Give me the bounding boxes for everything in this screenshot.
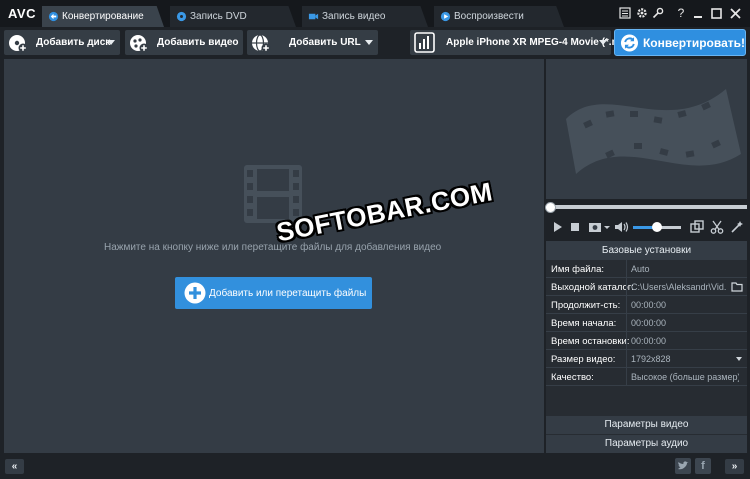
tab-convert[interactable]: Конвертирование — [42, 6, 164, 27]
convert-button[interactable]: Конвертировать! — [614, 29, 746, 56]
add-video-button[interactable]: Добавить видео — [125, 30, 243, 55]
setting-row-start-time[interactable]: Время начала: 00:00:00 — [546, 314, 747, 332]
convert-label: Конвертировать! — [642, 35, 745, 50]
setting-value[interactable]: 00:00:00 — [631, 318, 743, 328]
chevron-down-icon[interactable] — [107, 40, 115, 45]
help-icon[interactable]: ? — [673, 5, 689, 21]
key-icon[interactable] — [650, 5, 666, 21]
setting-label: Качество: — [551, 372, 594, 383]
plus-circle-icon — [184, 282, 206, 304]
status-bar — [0, 454, 750, 479]
snapshot-icon[interactable] — [588, 220, 602, 234]
copy-icon[interactable] — [690, 220, 704, 234]
setting-row-duration[interactable]: Продолжит-сть: 00:00:00 — [546, 296, 747, 314]
output-profile-select[interactable]: Apple iPhone XR MPEG-4 Movie (*.m... — [410, 30, 629, 55]
list-icon[interactable] — [617, 5, 633, 21]
add-url-button[interactable]: Добавить URL — [247, 30, 378, 55]
twitter-icon[interactable] — [675, 458, 691, 474]
setting-label: Продолжит-сть: — [551, 300, 621, 311]
setting-value[interactable]: C:\Users\Aleksandr\Vid... — [631, 282, 727, 292]
collapse-button[interactable]: « — [5, 459, 24, 474]
chevron-down-icon[interactable] — [365, 40, 373, 45]
drop-hint-text: Нажмите на кнопку ниже или перетащите фа… — [104, 242, 442, 253]
film-add-icon — [130, 34, 149, 52]
chevron-down-icon[interactable] — [602, 220, 612, 234]
camera-tab-icon — [308, 13, 319, 20]
tab-label: Конвертирование — [62, 11, 144, 22]
refresh-icon — [620, 33, 639, 52]
convert-tab-icon — [48, 11, 59, 22]
tab-play[interactable]: Воспроизвести — [434, 6, 564, 27]
seek-handle[interactable] — [545, 202, 556, 213]
disc-add-icon — [9, 34, 28, 52]
setting-row-stop-time[interactable]: Время остановки: 00:00:00 — [546, 332, 747, 350]
add-url-label: Добавить URL — [289, 37, 361, 48]
stop-icon[interactable] — [568, 220, 582, 234]
film-strip-watermark-icon — [566, 89, 741, 174]
disc-tab-icon — [176, 11, 187, 22]
setting-value[interactable]: 00:00:00 — [631, 300, 743, 310]
setting-label: Время остановки: — [551, 336, 630, 347]
tab-dvd-burn[interactable]: Запись DVD — [170, 6, 296, 27]
setting-label: Размер видео: — [551, 354, 616, 365]
add-video-label: Добавить видео — [157, 37, 239, 48]
expand-button[interactable]: » — [725, 459, 744, 474]
volume-handle[interactable] — [652, 222, 662, 232]
setting-label: Выходной каталог: — [551, 282, 634, 293]
minimize-icon[interactable] — [690, 5, 706, 21]
tab-label: Воспроизвести — [454, 11, 524, 22]
setting-row-output-folder[interactable]: Выходной каталог: C:\Users\Aleksandr\Vid… — [546, 278, 747, 296]
tab-label: Запись видео — [322, 11, 386, 22]
setting-row-quality[interactable]: Качество: Высокое (больше размер) — [546, 368, 747, 386]
setting-row-video-size[interactable]: Размер видео: 1792x828 — [546, 350, 747, 368]
video-preview — [546, 59, 747, 199]
effects-icon[interactable] — [730, 220, 744, 234]
facebook-icon[interactable]: f — [695, 458, 711, 474]
setting-label: Время начала: — [551, 318, 617, 329]
audio-params-button[interactable]: Параметры аудио — [546, 435, 747, 453]
close-icon[interactable] — [727, 5, 743, 21]
globe-add-icon — [252, 33, 271, 52]
seek-bar[interactable] — [549, 205, 747, 209]
setting-value[interactable]: 1792x828 — [631, 354, 743, 364]
volume-icon[interactable] — [614, 220, 629, 234]
add-files-button[interactable]: Добавить или перетащить файлы — [175, 277, 372, 309]
play-tab-icon — [440, 11, 451, 22]
folder-icon[interactable] — [731, 281, 743, 292]
add-disc-button[interactable]: Добавить диск — [4, 30, 120, 55]
settings-header[interactable]: Базовые установки — [546, 241, 747, 260]
setting-value[interactable]: 00:00:00 — [631, 336, 743, 346]
scissors-icon[interactable] — [710, 220, 724, 234]
chevron-down-icon — [599, 40, 607, 45]
play-icon[interactable] — [551, 220, 565, 234]
file-drop-area[interactable] — [4, 59, 544, 453]
setting-value[interactable]: Auto — [631, 264, 743, 274]
setting-label: Имя файла: — [551, 264, 605, 275]
profile-chart-icon — [414, 32, 435, 53]
setting-value[interactable]: Высокое (больше размер) — [631, 372, 739, 382]
gear-icon[interactable] — [634, 5, 650, 21]
tab-video-record[interactable]: Запись видео — [302, 6, 428, 27]
add-files-label: Добавить или перетащить файлы — [209, 287, 367, 299]
maximize-icon[interactable] — [708, 5, 724, 21]
add-disc-label: Добавить диск — [36, 37, 111, 48]
video-params-button[interactable]: Параметры видео — [546, 416, 747, 434]
setting-row-filename[interactable]: Имя файла: Auto — [546, 260, 747, 278]
tab-label: Запись DVD — [190, 11, 247, 22]
app-logo: AVC — [8, 6, 36, 21]
chevron-down-icon[interactable] — [736, 357, 742, 361]
